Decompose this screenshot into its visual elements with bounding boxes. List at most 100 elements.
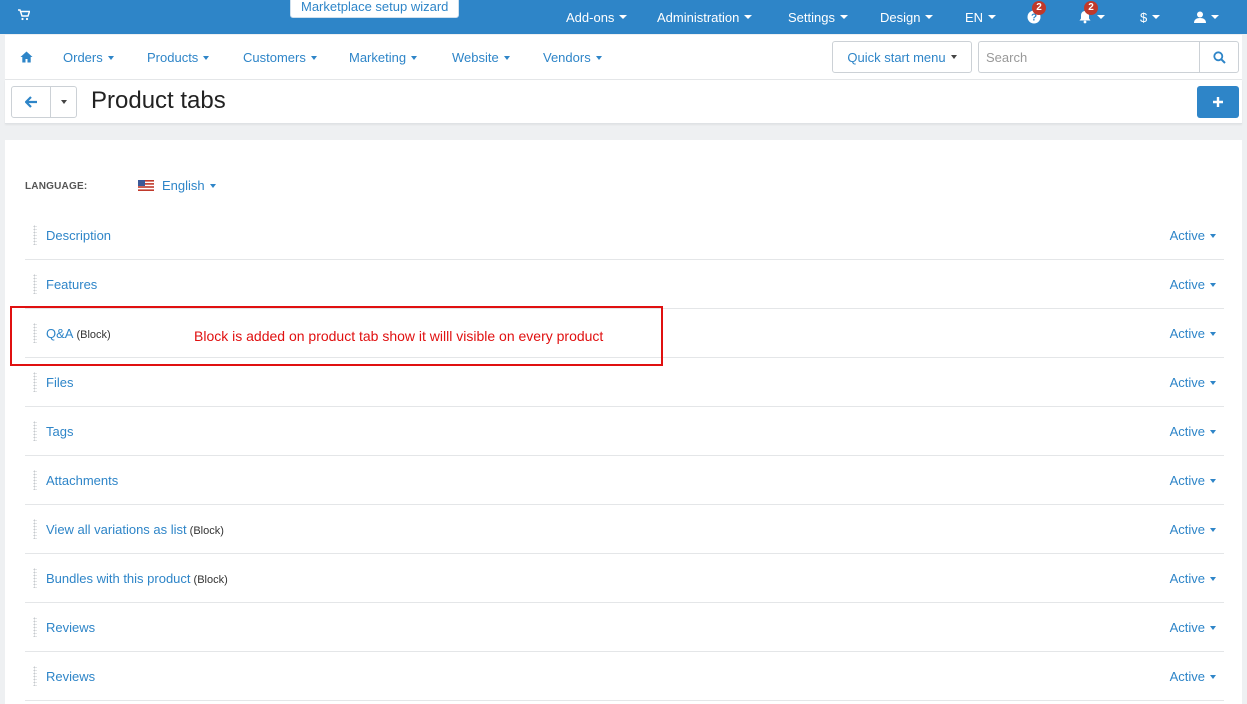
- tab-name: Tags: [46, 424, 74, 439]
- status-label: Active: [1169, 424, 1205, 439]
- chevron-down-icon: [1152, 15, 1161, 19]
- annotation-text: Block is added on product tab show it wi…: [194, 328, 604, 344]
- home-icon[interactable]: [20, 51, 33, 66]
- nav-customers-label: Customers: [243, 50, 306, 65]
- status-dropdown[interactable]: Active: [1170, 620, 1216, 635]
- drag-handle-icon[interactable]: [33, 519, 37, 539]
- block-tag: (Block): [193, 574, 228, 586]
- status-dropdown[interactable]: Active: [1170, 326, 1216, 341]
- chevron-down-icon: [1210, 527, 1216, 532]
- drag-handle-icon[interactable]: [33, 274, 37, 294]
- shopping-cart-icon[interactable]: [18, 9, 31, 24]
- block-tag: (Block): [189, 525, 224, 537]
- status-label: Active: [1169, 228, 1205, 243]
- tab-name: Features: [46, 277, 98, 292]
- arrow-left-icon: [24, 96, 37, 108]
- search-input[interactable]: [978, 41, 1199, 73]
- status-dropdown[interactable]: Active: [1170, 277, 1216, 292]
- nav-website[interactable]: Website: [452, 50, 510, 65]
- status-label: Active: [1169, 669, 1205, 684]
- status-dropdown[interactable]: Active: [1170, 424, 1216, 439]
- drag-handle-icon[interactable]: [33, 617, 37, 637]
- user-icon: [1194, 11, 1206, 23]
- list-item: View all variations as list (Block) Activ…: [25, 505, 1224, 554]
- menu-design[interactable]: Design: [880, 0, 934, 34]
- top-bar: Marketplace setup wizard Add-ons Adminis…: [0, 0, 1247, 34]
- status-label: Active: [1169, 571, 1205, 586]
- plus-icon: [1213, 97, 1223, 107]
- nav-products[interactable]: Products: [147, 50, 210, 65]
- chevron-down-icon: [503, 55, 510, 60]
- chevron-down-icon: [203, 55, 210, 60]
- drag-handle-icon[interactable]: [33, 568, 37, 588]
- tab-name-link[interactable]: Files: [46, 375, 76, 390]
- tab-name: Files: [46, 375, 74, 390]
- chevron-down-icon: [595, 55, 602, 60]
- drag-handle-icon[interactable]: [33, 372, 37, 392]
- tab-name-link[interactable]: Reviews: [46, 620, 98, 635]
- status-dropdown[interactable]: Active: [1170, 522, 1216, 537]
- menu-administration-label: Administration: [657, 9, 740, 25]
- status-label: Active: [1169, 522, 1205, 537]
- tab-name: Reviews: [46, 620, 96, 635]
- status-label: Active: [1169, 473, 1205, 488]
- search-icon: [1212, 50, 1226, 64]
- tab-name-link[interactable]: Tags: [46, 424, 76, 439]
- back-button[interactable]: [11, 86, 51, 118]
- status-label: Active: [1169, 620, 1205, 635]
- notifications-badge: 2: [1084, 1, 1098, 15]
- search-button[interactable]: [1199, 41, 1239, 73]
- nav-marketing[interactable]: Marketing: [349, 50, 418, 65]
- nav-vendors[interactable]: Vendors: [543, 50, 602, 65]
- chevron-down-icon: [988, 15, 997, 19]
- menu-currency[interactable]: $: [1140, 0, 1161, 34]
- status-label: Active: [1169, 326, 1205, 341]
- chevron-down-icon: [925, 15, 934, 19]
- chevron-down-icon: [1210, 331, 1216, 336]
- language-value: English: [162, 178, 205, 193]
- menu-addons[interactable]: Add-ons: [566, 0, 628, 34]
- menu-settings[interactable]: Settings: [788, 0, 848, 34]
- tab-name-link[interactable]: Features: [46, 277, 100, 292]
- status-dropdown[interactable]: Active: [1170, 375, 1216, 390]
- chevron-down-icon: [1210, 478, 1216, 483]
- back-dropdown-button[interactable]: [50, 86, 77, 118]
- tab-name-link[interactable]: View all variations as list (Block): [46, 522, 224, 537]
- status-dropdown[interactable]: Active: [1170, 669, 1216, 684]
- status-label: Active: [1169, 277, 1205, 292]
- tab-name-link[interactable]: Attachments: [46, 473, 121, 488]
- quick-start-menu-button[interactable]: Quick start menu: [832, 41, 972, 73]
- tab-name-link[interactable]: Reviews: [46, 669, 98, 684]
- drag-handle-icon[interactable]: [33, 421, 37, 441]
- menu-language[interactable]: EN: [965, 0, 997, 34]
- tab-name-link[interactable]: Bundles with this product (Block): [46, 571, 228, 586]
- drag-handle-icon[interactable]: [33, 225, 37, 245]
- chevron-down-icon: [1097, 15, 1105, 19]
- nav-orders[interactable]: Orders: [63, 50, 114, 65]
- chevron-down-icon: [107, 55, 114, 60]
- nav-vendors-label: Vendors: [543, 50, 591, 65]
- status-label: Active: [1169, 375, 1205, 390]
- chevron-down-icon: [1210, 429, 1216, 434]
- menu-design-label: Design: [880, 9, 921, 25]
- chevron-down-icon: [1210, 282, 1216, 287]
- chevron-down-icon: [310, 55, 317, 60]
- language-selector[interactable]: English: [138, 178, 216, 193]
- drag-handle-icon[interactable]: [33, 666, 37, 686]
- tab-name-link[interactable]: Description: [46, 228, 114, 243]
- menu-administration[interactable]: Administration: [657, 0, 753, 34]
- quick-start-label: Quick start menu: [847, 49, 946, 65]
- drag-handle-icon[interactable]: [33, 470, 37, 490]
- chevron-down-icon: [1210, 380, 1216, 385]
- chevron-down-icon: [619, 15, 628, 19]
- nav-customers[interactable]: Customers: [243, 50, 317, 65]
- status-dropdown[interactable]: Active: [1170, 473, 1216, 488]
- chevron-down-icon: [1211, 15, 1219, 19]
- status-dropdown[interactable]: Active: [1170, 571, 1216, 586]
- product-tabs-list: Description Active Features Active Q&A (B…: [25, 211, 1224, 701]
- chevron-down-icon: [950, 55, 957, 59]
- user-menu[interactable]: [1194, 0, 1219, 34]
- add-tab-button[interactable]: [1197, 86, 1239, 118]
- status-dropdown[interactable]: Active: [1170, 228, 1216, 243]
- marketplace-setup-wizard-button[interactable]: Marketplace setup wizard: [290, 0, 460, 18]
